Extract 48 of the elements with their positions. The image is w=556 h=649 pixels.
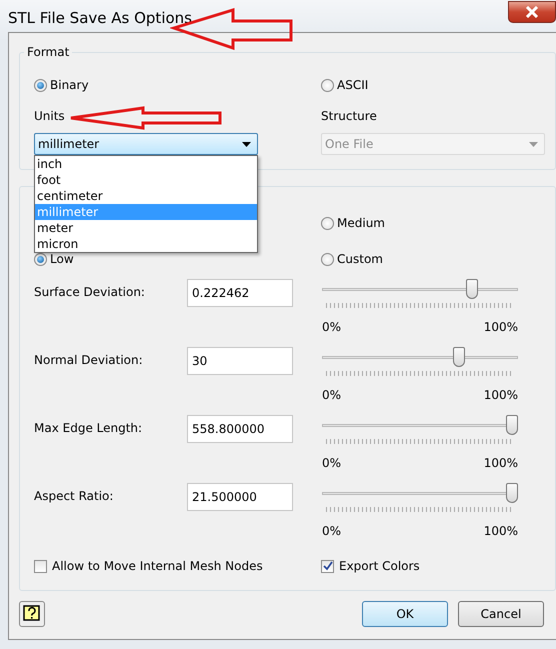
slider-max-label: 100% <box>484 524 518 538</box>
radio-button[interactable]: Medium <box>321 213 543 233</box>
field-label: Surface Deviation: <box>34 284 146 299</box>
radio-dot <box>37 82 44 88</box>
dropdown-option[interactable]: centimeter <box>35 188 257 204</box>
slider[interactable] <box>322 347 518 369</box>
caret-icon <box>242 142 251 146</box>
slider[interactable] <box>322 279 518 301</box>
slider[interactable] <box>322 483 518 505</box>
field-label: Normal Deviation: <box>34 352 144 367</box>
input-field[interactable]: 21.500000 <box>187 483 293 511</box>
slider-min-label: 0% <box>322 456 342 470</box>
radio-button[interactable]: ASCII <box>321 75 545 95</box>
check-icon <box>322 561 332 571</box>
input-field[interactable]: 0.222462 <box>187 279 293 307</box>
window-title: STL File Save As Options <box>7 8 192 27</box>
radio-dot <box>37 256 44 262</box>
field-label: Structure <box>321 109 377 123</box>
dialog-button[interactable]: Cancel <box>458 601 544 627</box>
field-label: Units <box>34 109 65 123</box>
group-title: Format <box>24 45 72 59</box>
slider[interactable] <box>322 415 518 437</box>
slider-min-label: 0% <box>322 320 342 334</box>
close-button[interactable] <box>508 1 556 23</box>
input-field[interactable]: 30 <box>187 347 293 375</box>
units-dropdown[interactable]: millimeter <box>34 133 258 155</box>
help-button[interactable] <box>19 601 45 627</box>
slider-max-label: 100% <box>484 456 518 470</box>
radio-button[interactable]: Low <box>34 249 321 269</box>
slider-max-label: 100% <box>484 320 518 334</box>
dialog-button[interactable]: OK <box>362 601 448 627</box>
checkbox[interactable]: Allow to Move Internal Mesh Nodes <box>34 559 321 573</box>
input-field[interactable]: 558.800000 <box>187 415 293 443</box>
field-label: Max Edge Length: <box>34 420 144 435</box>
close-icon <box>525 6 539 18</box>
slider-max-label: 100% <box>484 388 518 402</box>
radio-button[interactable]: Binary <box>34 75 321 95</box>
radio-button[interactable]: Custom <box>321 249 543 269</box>
slider-min-label: 0% <box>322 524 342 538</box>
field-label: Aspect Ratio: <box>34 488 114 503</box>
caret-icon <box>529 142 538 146</box>
dropdown-option[interactable]: foot <box>35 172 257 188</box>
dropdown-option[interactable]: micron <box>35 236 257 252</box>
dropdown-option[interactable]: meter <box>35 220 257 236</box>
help-icon <box>23 605 41 623</box>
slider-min-label: 0% <box>322 388 342 402</box>
dropdown-option[interactable]: inch <box>35 156 257 172</box>
checkbox[interactable]: Export Colors <box>321 559 543 573</box>
